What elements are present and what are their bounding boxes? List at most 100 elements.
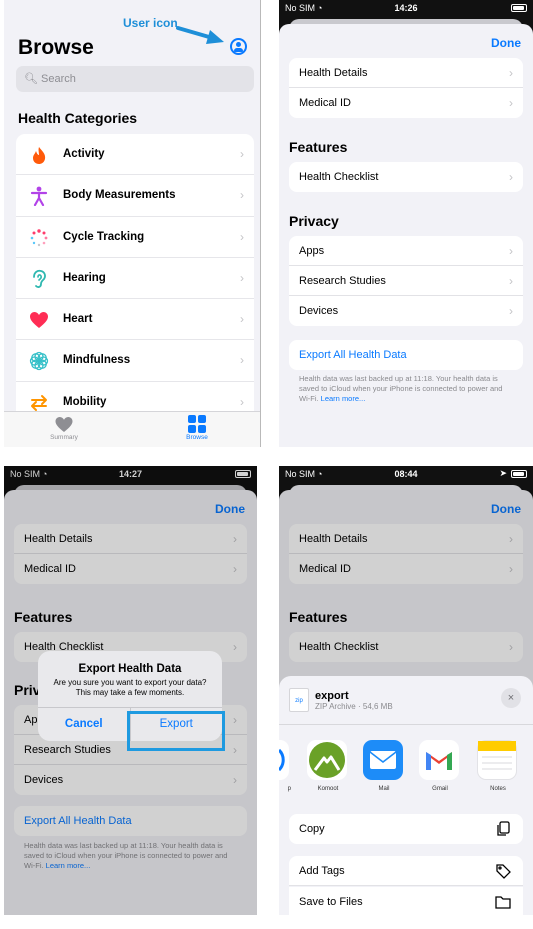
partial-app-icon — [279, 740, 289, 780]
action-label: Copy — [299, 823, 325, 835]
share-app-notes[interactable]: Notes — [477, 740, 519, 792]
ear-icon — [29, 269, 49, 289]
file-subtitle: ZIP Archive · 54,6 MB — [315, 702, 393, 711]
battery-icon — [511, 4, 527, 12]
row-health-details[interactable]: Health Details › — [289, 58, 523, 88]
row-label: Devices — [299, 305, 339, 317]
category-label: Hearing — [63, 271, 106, 284]
status-bar: No SIM ◔ 08:44 ➤ — [279, 466, 533, 482]
row-label: Medical ID — [299, 97, 351, 109]
page-title: Browse — [18, 36, 94, 59]
annotation-label: User icon — [123, 16, 178, 30]
cancel-button[interactable]: Cancel — [38, 708, 131, 741]
share-sheet-screen: No SIM ◔ 08:44 ➤ Done Health Details › Med… — [279, 466, 533, 915]
share-app-mail[interactable]: Mail — [363, 740, 405, 792]
zip-file-icon: zip — [289, 688, 309, 712]
category-activity[interactable]: Activity › — [16, 134, 254, 176]
share-sheet: zip export ZIP Archive · 54,6 MB × p Kom… — [279, 676, 533, 915]
category-label: Cycle Tracking — [63, 230, 145, 243]
row-apps[interactable]: Apps › — [289, 236, 523, 266]
app-label: p — [287, 786, 291, 792]
person-figure-icon — [29, 186, 49, 207]
alert-message: Are you sure you want to export your dat… — [53, 678, 207, 697]
app-label: Komoot — [317, 786, 339, 792]
chevron-right-icon: › — [509, 170, 513, 184]
share-app-komoot[interactable]: Komoot — [307, 740, 349, 792]
clock: 08:44 — [394, 469, 418, 479]
row-devices[interactable]: Devices › — [289, 296, 523, 326]
share-app-partial[interactable]: p — [279, 740, 291, 792]
category-label: Heart — [63, 313, 93, 326]
export-group: Export All Health Data — [289, 340, 523, 370]
chevron-right-icon: › — [240, 147, 244, 161]
row-label: Research Studies — [299, 275, 386, 287]
share-app-row: p Komoot Mail Gmail Notes — [279, 740, 533, 800]
tab-browse[interactable]: Browse — [157, 415, 237, 441]
cycle-dots-icon — [29, 228, 49, 248]
tag-icon — [496, 864, 511, 879]
row-label: Health Checklist — [299, 171, 379, 183]
alert-title: Export Health Data — [78, 663, 182, 675]
category-hearing[interactable]: Hearing › — [16, 258, 254, 300]
chevron-right-icon: › — [240, 270, 244, 285]
location-arrow-icon: ➤ — [499, 468, 507, 478]
divider — [279, 724, 533, 725]
search-input[interactable]: 🔍︎ Search — [16, 66, 254, 92]
action-label: Save to Files — [299, 896, 363, 908]
gmail-icon — [419, 740, 459, 780]
export-all-health-data-button[interactable]: Export All Health Data — [289, 340, 523, 370]
done-button[interactable]: Done — [491, 36, 521, 50]
copy-icon — [497, 821, 510, 836]
category-body-measurements[interactable]: Body Measurements › — [16, 175, 254, 217]
privacy-group: Apps › Research Studies › Devices › — [289, 236, 523, 326]
heart-icon — [24, 415, 104, 433]
chevron-right-icon: › — [240, 188, 244, 203]
category-heart[interactable]: Heart › — [16, 299, 254, 341]
category-label: Activity — [63, 148, 105, 160]
heart-icon — [29, 310, 49, 330]
search-icon: 🔍︎ — [24, 73, 38, 85]
arrows-icon — [29, 393, 49, 413]
copy-action[interactable]: Copy — [289, 814, 523, 844]
category-list: Activity › Body Measurements › Cycle Tra… — [16, 134, 254, 424]
app-label: Gmail — [432, 786, 448, 792]
export-alert-screen: No SIM ◔ 14:27 Done Health Details › Medic… — [4, 466, 257, 915]
add-tags-action[interactable]: Add Tags — [289, 856, 523, 886]
user-icon[interactable] — [230, 38, 247, 55]
chevron-right-icon: › — [240, 312, 244, 327]
tab-label: Summary — [50, 434, 78, 441]
section-title: Health Categories — [18, 110, 138, 126]
clock: 14:26 — [394, 3, 418, 13]
notes-icon — [477, 740, 517, 780]
save-to-files-action[interactable]: Save to Files — [289, 887, 523, 915]
battery-icon — [511, 470, 527, 478]
share-app-gmail[interactable]: Gmail — [419, 740, 461, 792]
learn-more-link[interactable]: Learn more... — [321, 394, 366, 403]
row-research-studies[interactable]: Research Studies › — [289, 266, 523, 296]
backup-footnote: Health data was last backed up at 11:18.… — [299, 374, 513, 404]
category-cycle-tracking[interactable]: Cycle Tracking › — [16, 217, 254, 258]
sheet: Done Health Details › Medical ID › Feature… — [279, 24, 533, 447]
mail-icon — [363, 740, 403, 780]
app-label: Notes — [490, 786, 506, 792]
search-placeholder: Search — [41, 73, 76, 85]
category-label: Body Measurements — [63, 189, 176, 202]
close-button[interactable]: × — [501, 688, 521, 708]
browse-screen: User icon Browse 🔍︎ Search Health Catego… — [4, 0, 261, 447]
chevron-right-icon: › — [240, 229, 244, 244]
chevron-right-icon: › — [509, 66, 513, 80]
annotation-arrow-icon — [176, 26, 224, 44]
tab-bar: Summary Browse — [4, 411, 260, 447]
features-heading: Features — [289, 139, 348, 155]
category-label: Mindfulness — [63, 354, 131, 367]
row-health-checklist[interactable]: Health Checklist › — [289, 162, 523, 192]
chevron-right-icon: › — [509, 244, 513, 258]
grid-icon — [157, 415, 237, 433]
category-mindfulness[interactable]: Mindfulness › — [16, 340, 254, 382]
file-name: export — [315, 690, 349, 702]
chevron-right-icon: › — [509, 96, 513, 110]
tab-summary[interactable]: Summary — [24, 415, 104, 441]
status-bar: No SIM ◔ 14:26 — [279, 0, 533, 16]
export-button-highlight — [127, 711, 225, 751]
row-medical-id[interactable]: Medical ID › — [289, 88, 523, 118]
